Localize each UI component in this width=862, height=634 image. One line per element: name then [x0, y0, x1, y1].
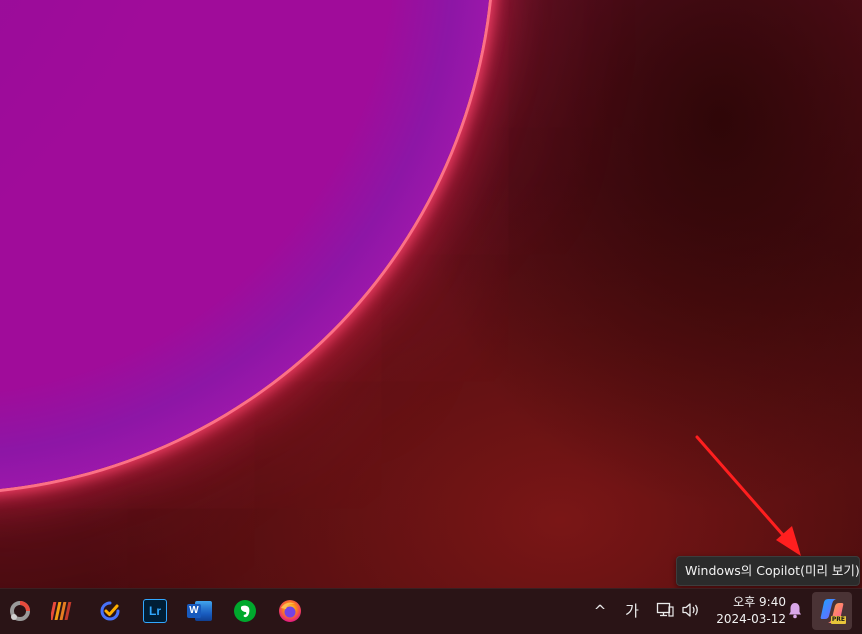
- notification-bell-icon[interactable]: [786, 601, 804, 624]
- show-hidden-icons-chevron[interactable]: ^: [591, 601, 609, 621]
- copilot-pre-badge: PRE: [830, 616, 846, 624]
- taskbar-clock[interactable]: 오후 9:40 2024-03-12: [708, 594, 786, 628]
- evernote-icon[interactable]: [230, 596, 260, 626]
- volume-icon[interactable]: [680, 601, 702, 624]
- ime-indicator[interactable]: 가: [622, 601, 642, 621]
- clock-time: 오후 9:40: [733, 595, 786, 609]
- firefox-icon[interactable]: [275, 596, 305, 626]
- copilot-button[interactable]: PRE: [812, 592, 852, 630]
- copilot-tooltip: Windows의 Copilot(미리 보기): [676, 556, 860, 586]
- desktop-wallpaper: [0, 0, 862, 633]
- lightroom-icon[interactable]: Lr: [140, 596, 170, 626]
- ring-app-icon[interactable]: [5, 596, 35, 626]
- wallpaper-orb-shade: [0, 0, 492, 492]
- stripes-app-icon[interactable]: [48, 596, 78, 626]
- word-icon[interactable]: W: [185, 596, 215, 626]
- ticktick-icon[interactable]: [95, 596, 125, 626]
- taskbar: Lr W ^ 가 오후 9:40 2024-03-12 PRE: [0, 588, 862, 634]
- word-label: W: [187, 604, 201, 618]
- lightroom-label: Lr: [143, 599, 167, 623]
- network-icon[interactable]: [655, 601, 675, 624]
- clock-date: 2024-03-12: [716, 612, 786, 626]
- copilot-icon: [820, 599, 844, 623]
